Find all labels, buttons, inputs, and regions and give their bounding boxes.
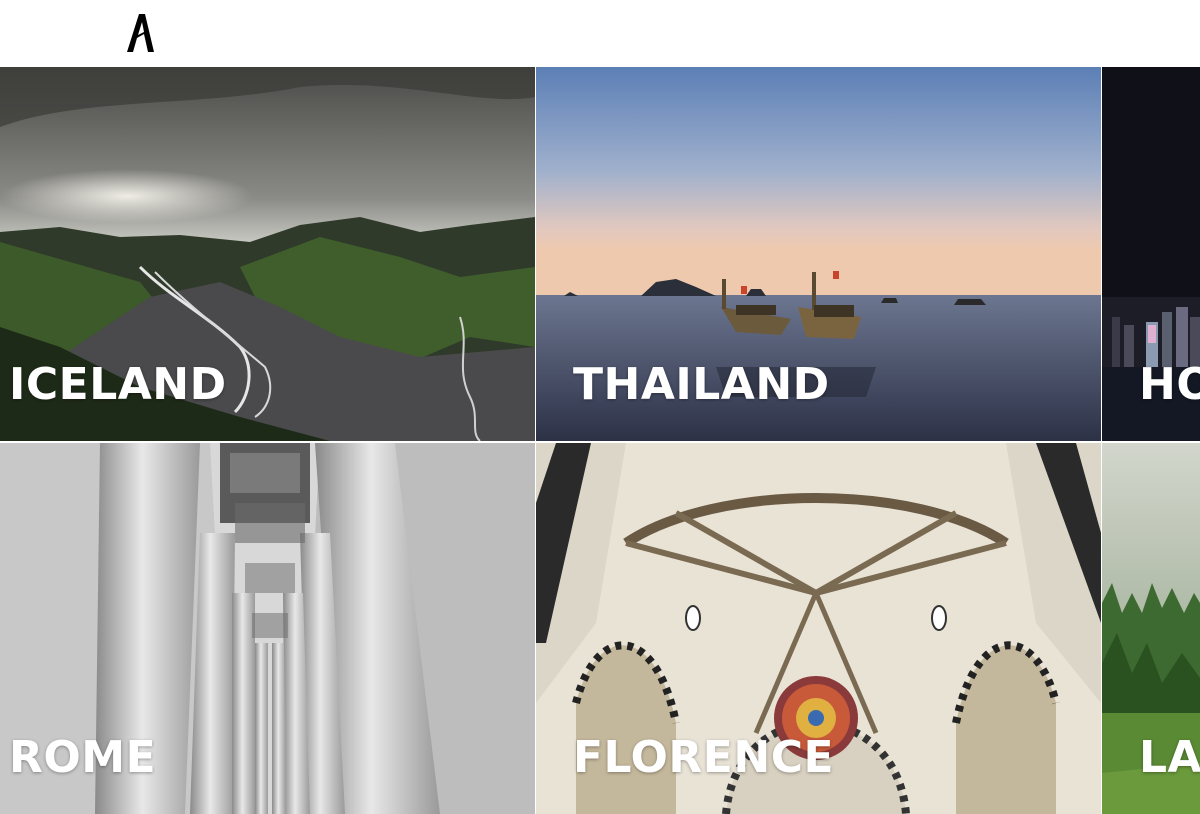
destination-label: THAILAND bbox=[573, 359, 830, 410]
brand-logo-icon[interactable] bbox=[127, 14, 155, 54]
destination-tile-iceland[interactable]: ICELAND bbox=[0, 67, 535, 441]
destination-label: FLORENCE bbox=[573, 732, 835, 783]
destination-tile-rome[interactable]: ROME bbox=[0, 443, 535, 814]
destination-label: ICELAND bbox=[9, 359, 227, 410]
destination-tile-la[interactable]: LA bbox=[1102, 443, 1200, 814]
destination-label: LA bbox=[1139, 732, 1200, 783]
destination-tile-thailand[interactable]: THAILAND bbox=[536, 67, 1101, 441]
destination-tile-florence[interactable]: FLORENCE bbox=[536, 443, 1101, 814]
destination-label: ROME bbox=[9, 732, 157, 783]
site-header bbox=[0, 0, 1200, 67]
destination-tile-hongkong[interactable]: HO bbox=[1102, 67, 1200, 441]
destination-label: HO bbox=[1139, 359, 1200, 410]
